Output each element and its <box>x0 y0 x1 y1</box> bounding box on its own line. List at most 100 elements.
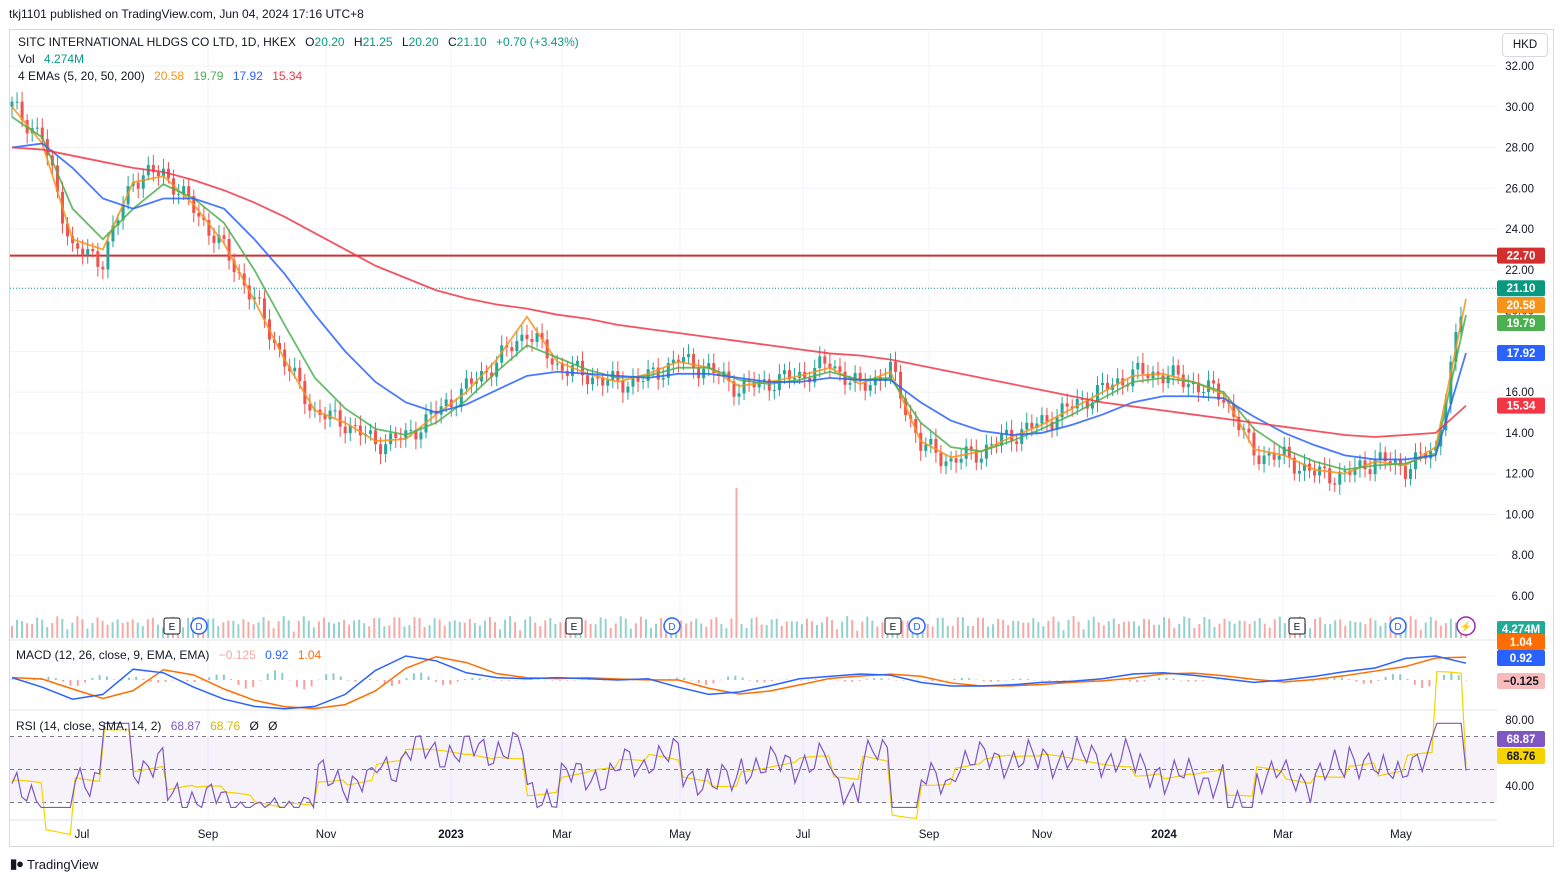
macd-hist-bar <box>295 680 298 687</box>
volume-bar <box>106 624 109 638</box>
candle-body <box>510 347 514 352</box>
svg-text:−0.125: −0.125 <box>1503 676 1539 688</box>
macd-hist-bar <box>931 680 934 682</box>
macd-hist-bar <box>1180 680 1183 681</box>
macd-hist-bar <box>566 680 569 681</box>
volume-bar <box>609 627 612 638</box>
macd-legend[interactable]: MACD (12, 26, close, 9, EMA, EMA) −0.125… <box>16 648 327 662</box>
brand-footer[interactable]: ▮● TradingView <box>10 856 99 872</box>
event-marker-d[interactable]: D <box>1389 617 1407 635</box>
macd-hist-bar <box>1143 680 1146 682</box>
event-marker-e[interactable]: E <box>1288 617 1306 635</box>
price-tag: 68.87 <box>1497 731 1545 747</box>
macd-hist-bar <box>412 673 415 680</box>
candle-body <box>141 175 145 189</box>
macd-hist-value: −0.125 <box>218 648 256 662</box>
candle-body <box>1277 455 1281 460</box>
volume-bar <box>1117 623 1120 638</box>
chart-canvas[interactable]: E D E D E D E D ⚡ 32.00 30.00 28.00 26.00 24.00 22.00… <box>0 0 1565 883</box>
event-marker-d[interactable]: D <box>190 617 208 635</box>
rsi-legend[interactable]: RSI (14, close, SMA, 14, 2) 68.87 68.76 … <box>16 719 284 733</box>
volume-bar <box>992 624 995 638</box>
volume-bar <box>1047 620 1050 638</box>
volume-value: 4.274M <box>44 52 85 66</box>
ema-legend[interactable]: 4 EMAs (5, 20, 50, 200) 20.58 19.79 17.9… <box>18 69 308 83</box>
macd-hist-bar <box>11 679 13 680</box>
volume-bar <box>1163 617 1166 638</box>
macd-hist-bar <box>880 678 883 680</box>
candle-body <box>929 438 933 445</box>
macd-hist-bar <box>62 680 65 682</box>
event-marker-d[interactable]: D <box>908 617 926 635</box>
volume-bar <box>695 618 698 638</box>
candle-body <box>1212 380 1216 384</box>
volume-legend[interactable]: Vol 4.274M <box>18 52 90 66</box>
event-marker-e[interactable]: E <box>565 617 583 635</box>
volume-bar <box>287 620 290 638</box>
volume-bar <box>785 621 788 638</box>
candle-body <box>1403 466 1407 479</box>
candle-body <box>737 393 741 397</box>
currency-button[interactable]: HKD <box>1502 33 1548 57</box>
ema20-line[interactable] <box>11 116 1467 471</box>
ema50-line[interactable] <box>11 142 1467 461</box>
macd-hist-bar <box>1333 677 1336 680</box>
volume-bar <box>302 616 305 638</box>
volume-bar <box>247 621 250 638</box>
macd-hist-bar <box>748 680 751 681</box>
volume-bar <box>644 619 647 638</box>
volume-bar <box>96 617 99 638</box>
volume-bar <box>232 620 235 638</box>
macd-hist-bar <box>1026 679 1029 680</box>
candle-body <box>1328 468 1332 484</box>
event-marker-f[interactable]: ⚡ <box>1456 616 1476 636</box>
candle-body <box>409 429 413 431</box>
volume-bar <box>1168 618 1171 638</box>
macd-hist-bar <box>288 679 291 681</box>
candle-body <box>651 367 655 370</box>
macd-hist-bar <box>493 680 496 681</box>
volume-bar <box>252 624 255 638</box>
volume-bar <box>1238 620 1241 638</box>
event-marker-e[interactable]: E <box>163 617 181 635</box>
rsi-ma-value: 68.76 <box>210 719 241 733</box>
macd-hist-bar <box>1055 680 1058 681</box>
macd-hist-bar <box>705 680 708 685</box>
macd-hist-bar <box>69 680 72 686</box>
volume-bar <box>1002 619 1005 638</box>
volume-bar <box>654 623 657 638</box>
ema5-line[interactable] <box>11 106 1467 475</box>
macd-line[interactable] <box>11 655 1467 710</box>
candle-body <box>156 172 160 176</box>
volume-bar <box>876 626 879 638</box>
volume-bar <box>740 623 743 638</box>
volume-bar <box>262 617 265 638</box>
svg-text:15.34: 15.34 <box>1507 401 1536 413</box>
candle-body <box>1040 415 1044 424</box>
price-tag: 1.04 <box>1497 634 1545 650</box>
volume-bar <box>982 617 985 638</box>
volume-bar <box>1062 630 1065 638</box>
candle-body <box>1025 422 1029 430</box>
macd-hist-bar <box>741 677 744 680</box>
volume-bar <box>866 616 869 638</box>
volume-bar <box>473 623 476 638</box>
macd-hist-bar <box>807 679 810 681</box>
ema5-value: 20.58 <box>154 69 185 83</box>
volume-bar <box>272 628 275 638</box>
symbol-legend[interactable]: SITC INTERNATIONAL HLDGS CO LTD, 1D, HKE… <box>18 35 585 49</box>
volume-bar <box>338 622 341 638</box>
macd-hist-bar <box>1377 680 1380 681</box>
event-label: D <box>1394 622 1401 633</box>
candle-body <box>818 356 822 369</box>
macd-hist-bar <box>990 680 993 682</box>
macd-hist-bar <box>485 679 488 680</box>
macd-hist-bar <box>32 679 35 681</box>
volume-bar <box>1339 619 1342 638</box>
event-marker-e[interactable]: E <box>884 617 902 635</box>
volume-bar <box>1017 621 1020 638</box>
time-tick-label: Sep <box>198 829 218 841</box>
macd-hist-bar <box>76 680 79 687</box>
macd-hist-bar <box>266 673 269 680</box>
event-marker-d[interactable]: D <box>663 617 681 635</box>
